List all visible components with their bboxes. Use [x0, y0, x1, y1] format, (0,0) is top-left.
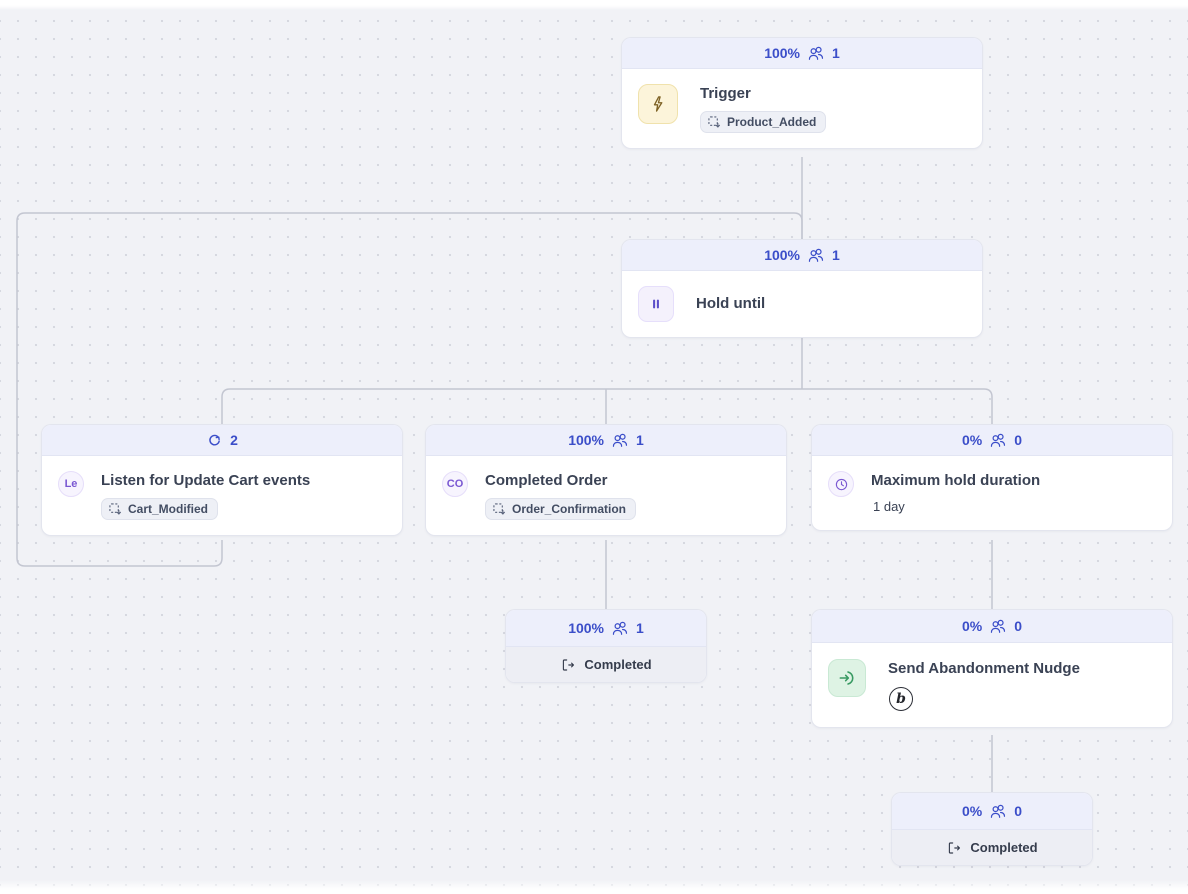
users-icon — [807, 45, 825, 61]
node-nudge-stats: 0% 0 — [812, 610, 1172, 643]
canvas-bottom-fade — [0, 880, 1188, 894]
node-title: Maximum hold duration — [871, 471, 1040, 491]
exit-label: Completed — [584, 657, 651, 672]
users-icon — [989, 618, 1007, 634]
lightning-icon — [638, 84, 678, 124]
exit-final-stats: 0% 0 — [892, 793, 1092, 830]
stat-count: 0 — [1014, 803, 1022, 819]
stat-count: 1 — [636, 620, 644, 636]
node-title: Hold until — [696, 294, 765, 314]
node-listen-stats: 2 — [42, 425, 402, 456]
node-hold-until[interactable]: 100% 1 Hold until — [622, 240, 982, 337]
stat-percent: 0% — [962, 432, 982, 448]
users-icon — [611, 620, 629, 636]
journey-canvas[interactable]: 100% 1 Trigger Product_Added 100% 1 — [0, 0, 1188, 894]
stat-loop-count: 2 — [230, 432, 238, 448]
event-badge-label: Order_Confirmation — [512, 502, 626, 516]
users-icon — [989, 432, 1007, 448]
node-order-stats: 100% 1 — [426, 425, 786, 456]
event-badge-label: Cart_Modified — [128, 502, 208, 516]
brand-b-icon: b — [889, 687, 913, 711]
stat-percent: 0% — [962, 618, 982, 634]
node-completed-order[interactable]: 100% 1 CO Completed Order Order_Confirma… — [426, 425, 786, 535]
users-icon — [611, 432, 629, 448]
event-dashed-square-icon — [708, 116, 721, 129]
stat-count: 0 — [1014, 432, 1022, 448]
node-send-abandonment-nudge[interactable]: 0% 0 Send Abandonment Nudge b — [812, 610, 1172, 727]
stat-percent: 100% — [568, 432, 604, 448]
exit-door-icon — [560, 657, 576, 673]
clock-icon — [828, 471, 854, 497]
event-badge-label: Product_Added — [727, 115, 816, 129]
event-dashed-square-icon — [109, 503, 122, 516]
stat-percent: 100% — [764, 45, 800, 61]
avatar: CO — [442, 471, 468, 497]
stat-count: 1 — [832, 247, 840, 263]
event-badge: Product_Added — [700, 111, 826, 133]
stat-count: 1 — [832, 45, 840, 61]
node-max-hold-duration[interactable]: 0% 0 Maximum hold duration 1 day — [812, 425, 1172, 530]
edge-branch-rail — [222, 389, 992, 425]
node-title: Send Abandonment Nudge — [888, 659, 1080, 679]
node-trigger-stats: 100% 1 — [622, 38, 982, 69]
exit-label: Completed — [970, 840, 1037, 855]
node-trigger[interactable]: 100% 1 Trigger Product_Added — [622, 38, 982, 148]
node-exit-final[interactable]: 0% 0 Completed — [892, 793, 1092, 865]
avatar: Le — [58, 471, 84, 497]
stat-count: 0 — [1014, 618, 1022, 634]
stat-count: 1 — [636, 432, 644, 448]
stat-percent: 100% — [764, 247, 800, 263]
node-title: Completed Order — [485, 471, 636, 491]
users-icon — [807, 247, 825, 263]
stat-percent: 100% — [568, 620, 604, 636]
enter-arrow-icon — [828, 659, 866, 697]
loop-refresh-icon — [206, 432, 223, 449]
event-dashed-square-icon — [493, 503, 506, 516]
node-exit-completed-order[interactable]: 100% 1 Completed — [506, 610, 706, 682]
node-listen-cart-events[interactable]: 2 Le Listen for Update Cart events Cart_… — [42, 425, 402, 535]
duration-value: 1 day — [873, 498, 1040, 515]
pause-icon — [638, 286, 674, 322]
node-title: Trigger — [700, 84, 826, 104]
event-badge: Order_Confirmation — [485, 498, 636, 520]
node-maxhold-stats: 0% 0 — [812, 425, 1172, 456]
event-badge: Cart_Modified — [101, 498, 218, 520]
node-hold-stats: 100% 1 — [622, 240, 982, 271]
exit-door-icon — [946, 840, 962, 856]
exit-order-stats: 100% 1 — [506, 610, 706, 647]
node-title: Listen for Update Cart events — [101, 471, 310, 491]
canvas-top-fade — [0, 0, 1188, 10]
users-icon — [989, 803, 1007, 819]
stat-percent: 0% — [962, 803, 982, 819]
